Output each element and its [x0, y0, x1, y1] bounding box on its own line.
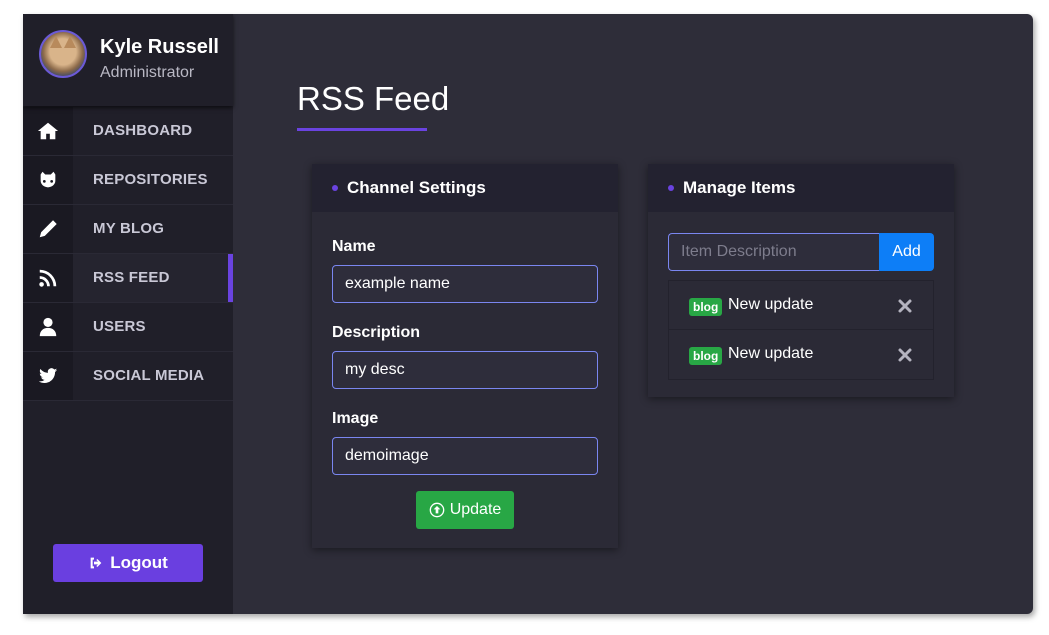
avatar[interactable] — [39, 30, 87, 78]
sidebar-item-repositories[interactable]: REPOSITORIES — [23, 156, 233, 205]
profile-panel: Kyle Russell Administrator — [23, 14, 233, 106]
sidebar-item-label: USERS — [93, 318, 146, 335]
pencil-icon — [23, 205, 73, 253]
card-header: Manage Items — [648, 164, 954, 212]
category-badge: blog — [689, 347, 723, 365]
logout-label: Logout — [110, 553, 168, 572]
sidebar-item-label: SOCIAL MEDIA — [93, 367, 205, 384]
channel-settings-card: Channel Settings Name Description Image … — [312, 164, 618, 548]
image-label: Image — [332, 410, 379, 427]
app-window: Kyle Russell Administrator DASHBOARD REP… — [23, 14, 1033, 614]
sidebar-item-rss-feed[interactable]: RSS FEED — [23, 254, 233, 303]
arrow-circle-up-icon — [429, 502, 445, 518]
sidebar-item-label: REPOSITORIES — [93, 171, 208, 188]
list-item: blog New update — [669, 281, 933, 330]
title-underline — [297, 128, 427, 131]
page-title: RSS Feed — [297, 80, 450, 117]
card-header: Channel Settings — [312, 164, 618, 212]
description-field[interactable] — [332, 351, 598, 389]
user-name: Kyle Russell — [100, 36, 219, 58]
rss-icon — [23, 254, 73, 302]
user-icon — [23, 303, 73, 351]
item-text: New update — [728, 296, 814, 313]
bullet-dot-icon — [332, 185, 338, 191]
sidebar-item-users[interactable]: USERS — [23, 303, 233, 352]
twitter-icon — [23, 352, 73, 400]
card-title: Channel Settings — [347, 178, 486, 197]
update-button[interactable]: Update — [416, 491, 514, 529]
sidebar-item-dashboard[interactable]: DASHBOARD — [23, 107, 233, 156]
update-label: Update — [449, 501, 502, 518]
home-icon — [23, 107, 73, 155]
category-badge: blog — [689, 298, 723, 316]
sidebar-item-label: DASHBOARD — [93, 122, 193, 139]
sidebar-item-my-blog[interactable]: MY BLOG — [23, 205, 233, 254]
card-title: Manage Items — [683, 178, 796, 197]
image-field[interactable] — [332, 437, 598, 475]
sidebar: Kyle Russell Administrator DASHBOARD REP… — [23, 14, 233, 614]
sign-out-icon — [90, 557, 102, 569]
manage-items-card: Manage Items Add blog New update blog Ne… — [648, 164, 954, 397]
item-text: New update — [728, 345, 814, 362]
items-list: blog New update blog New update — [668, 280, 934, 380]
logout-button[interactable]: Logout — [53, 544, 203, 582]
name-field[interactable] — [332, 265, 598, 303]
close-icon[interactable] — [897, 298, 913, 314]
sidebar-item-label: RSS FEED — [93, 269, 170, 286]
close-icon[interactable] — [897, 347, 913, 363]
description-label: Description — [332, 324, 421, 341]
sidebar-nav: DASHBOARD REPOSITORIES MY BLOG RSS FEED — [23, 107, 233, 401]
user-role: Administrator — [100, 64, 195, 81]
sidebar-item-social-media[interactable]: SOCIAL MEDIA — [23, 352, 233, 401]
name-label: Name — [332, 238, 376, 255]
list-item: blog New update — [669, 330, 933, 379]
item-description-input[interactable] — [668, 233, 879, 271]
github-icon — [23, 156, 73, 204]
bullet-dot-icon — [668, 185, 674, 191]
add-button[interactable]: Add — [879, 233, 934, 271]
sidebar-item-label: MY BLOG — [93, 220, 165, 237]
